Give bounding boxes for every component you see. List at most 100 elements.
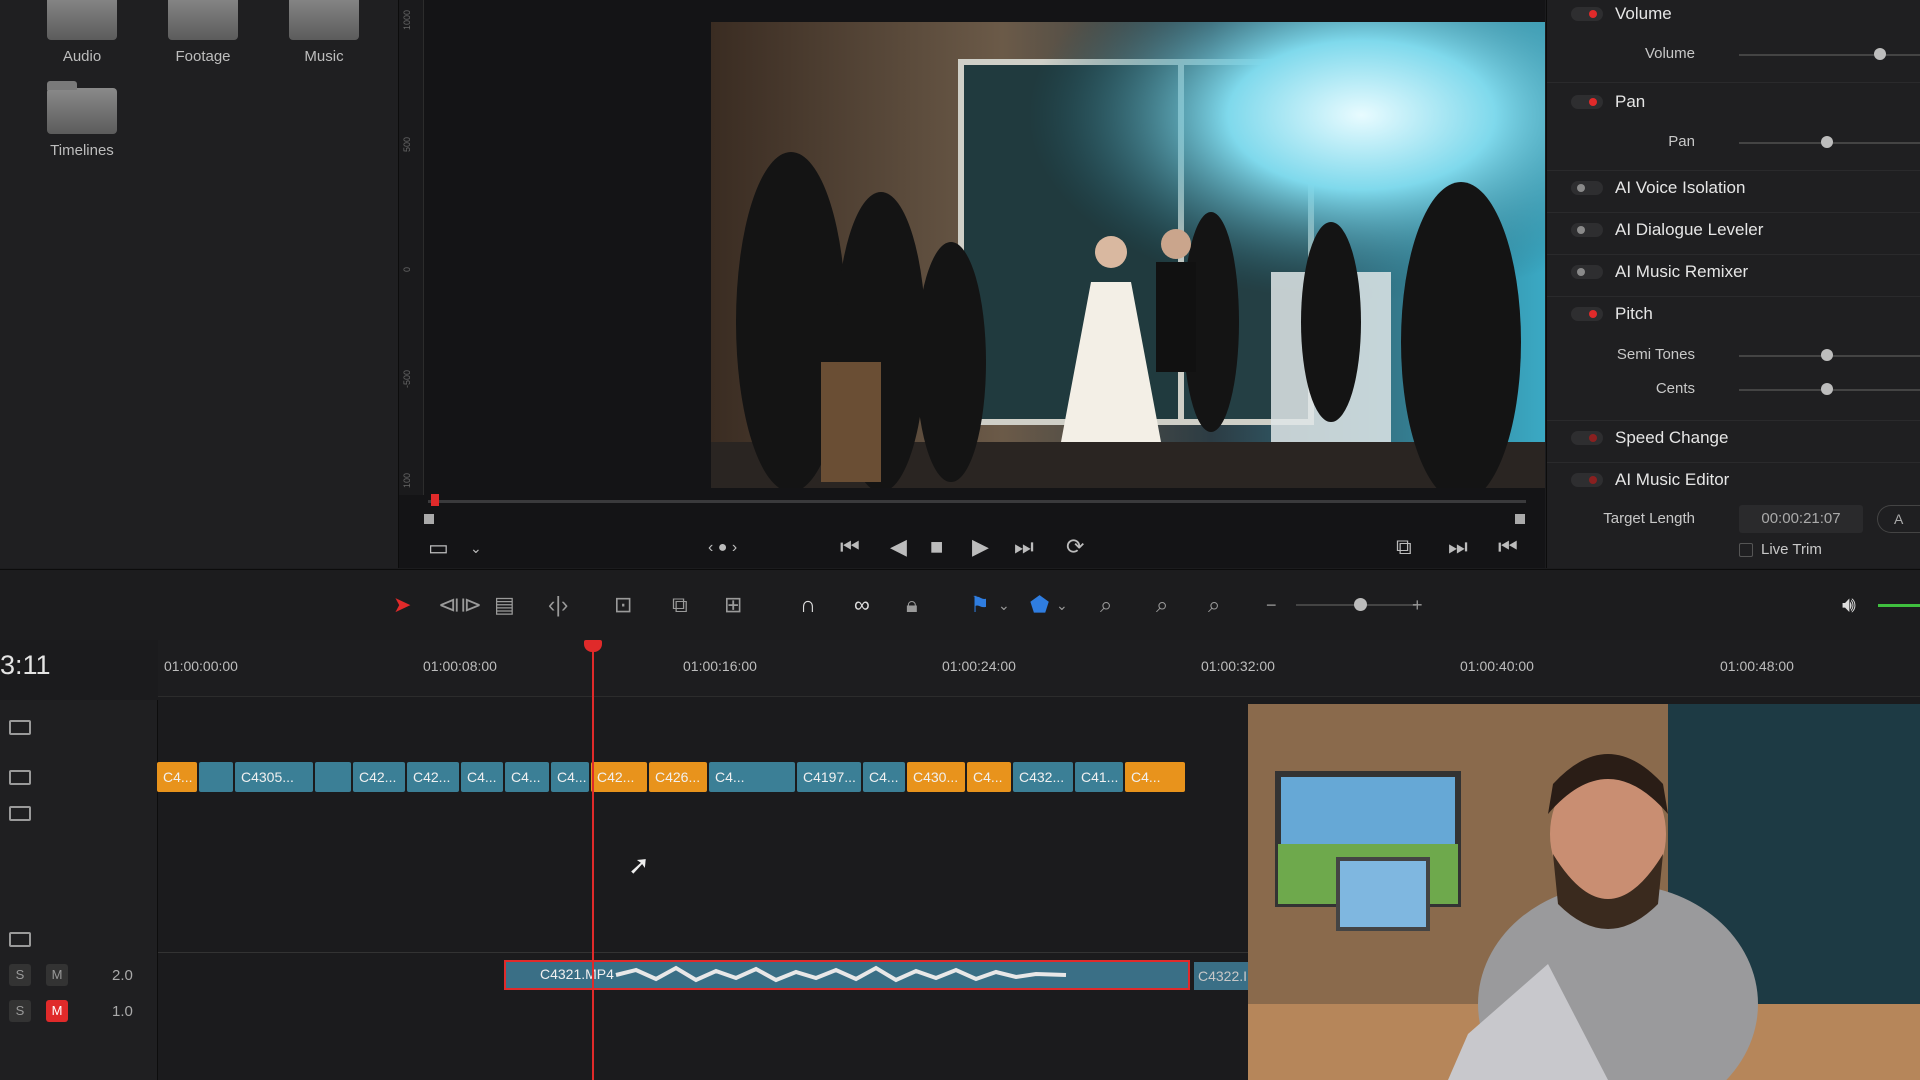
lock-icon[interactable]: 🔒︎ bbox=[906, 592, 918, 618]
viewer-size-icon[interactable]: ▭ bbox=[428, 537, 449, 559]
zoom-full-icon[interactable]: ⌕ bbox=[1100, 592, 1112, 618]
ruler-tick: -500 bbox=[402, 369, 412, 388]
next-edit-icon[interactable]: ⏭ bbox=[1448, 536, 1468, 558]
in-point-handle[interactable] bbox=[424, 514, 434, 524]
cents-slider-knob[interactable] bbox=[1821, 383, 1833, 395]
match-frame-icon[interactable]: ⧉ bbox=[1396, 536, 1412, 558]
previous-edit-icon[interactable]: ⏮ bbox=[1498, 536, 1518, 558]
pan-label: Pan bbox=[1668, 133, 1695, 150]
video-clip[interactable] bbox=[199, 762, 233, 792]
viewer-vertical-ruler: 1000 500 0 -500 100 bbox=[399, 0, 424, 495]
video-clip[interactable]: C4... bbox=[709, 762, 795, 792]
video-clip[interactable]: C4... bbox=[863, 762, 905, 792]
folder-label: Timelines bbox=[50, 142, 114, 159]
video-clip[interactable]: C4305... bbox=[235, 762, 313, 792]
inspector-panel: Volume Volume Pan Pan AI Voice Isolation… bbox=[1546, 0, 1920, 568]
music-remixer-toggle[interactable] bbox=[1571, 265, 1603, 279]
folder-icon bbox=[289, 0, 359, 40]
folder-music[interactable]: Music bbox=[264, 0, 384, 65]
zoom-slider-knob[interactable] bbox=[1354, 598, 1367, 611]
video-clip[interactable]: C42... bbox=[591, 762, 647, 792]
overwrite-icon[interactable]: ⧉ bbox=[672, 592, 688, 618]
snap-icon[interactable]: ∩ bbox=[800, 592, 816, 618]
volume-toggle[interactable] bbox=[1571, 7, 1603, 21]
dynamic-trim-icon[interactable]: ▤ bbox=[494, 592, 515, 618]
audio-mute-button[interactable]: M bbox=[46, 964, 68, 986]
volume-slider[interactable] bbox=[1739, 54, 1920, 56]
ruler-timecode: 01:00:00:00 bbox=[164, 658, 238, 674]
video-clip[interactable]: C4197... bbox=[797, 762, 861, 792]
pitch-title: Pitch bbox=[1615, 304, 1653, 323]
music-editor-action-button[interactable]: A bbox=[1877, 505, 1920, 533]
loop-icon[interactable]: ⟳ bbox=[1066, 536, 1084, 558]
timeline-ruler[interactable]: 01:00:00:00 01:00:08:00 01:00:16:00 01:0… bbox=[158, 640, 1920, 697]
video-clip[interactable]: C42... bbox=[407, 762, 459, 792]
marker-icon[interactable]: ⬟ bbox=[1030, 592, 1049, 618]
timeline-toolbar: ➤ ⧏⧐ ▤ ‹|› ⊡ ⧉ ⊞ ∩ ∞ 🔒︎ ⚑ ⌄ ⬟ ⌄ ⌕ ⌕ ⌕ − … bbox=[0, 569, 1920, 641]
timeline-playhead[interactable] bbox=[592, 640, 594, 1080]
video-clip[interactable]: C430... bbox=[907, 762, 965, 792]
voice-isolation-title: AI Voice Isolation bbox=[1615, 178, 1746, 197]
link-icon[interactable]: ∞ bbox=[854, 592, 870, 618]
timeline-timecode: 3:11 bbox=[0, 650, 51, 680]
replace-icon[interactable]: ⊞ bbox=[724, 592, 742, 618]
video-clip[interactable]: C4... bbox=[505, 762, 549, 792]
pan-toggle[interactable] bbox=[1571, 95, 1603, 109]
flag-icon[interactable]: ⚑ bbox=[970, 592, 990, 618]
audio-solo-button[interactable]: S bbox=[9, 964, 31, 986]
folder-icon bbox=[168, 0, 238, 40]
master-volume-meter bbox=[1878, 604, 1920, 607]
volume-icon[interactable]: 🔊︎ bbox=[1842, 592, 1856, 618]
play-icon[interactable]: ▶ bbox=[972, 536, 989, 558]
trim-icon[interactable]: ⧏⧐ bbox=[438, 592, 482, 618]
video-clip[interactable]: C4... bbox=[1125, 762, 1185, 792]
jog-icon[interactable]: ‹ ● › bbox=[708, 537, 737, 559]
out-point-handle[interactable] bbox=[1515, 514, 1525, 524]
video-clip[interactable]: C426... bbox=[649, 762, 707, 792]
target-length-label: Target Length bbox=[1603, 510, 1695, 527]
video-clip[interactable]: C42... bbox=[353, 762, 405, 792]
zoom-detail-icon[interactable]: ⌕ bbox=[1156, 592, 1168, 618]
video-clip[interactable]: C41... bbox=[1075, 762, 1123, 792]
video-clip[interactable]: C4... bbox=[461, 762, 503, 792]
insert-icon[interactable]: ⊡ bbox=[614, 592, 632, 618]
video-clip[interactable]: C4... bbox=[157, 762, 197, 792]
volume-slider-knob[interactable] bbox=[1873, 48, 1886, 60]
live-trim-checkbox[interactable] bbox=[1739, 543, 1753, 557]
audio-clip-selected[interactable]: C4321.MP4 bbox=[504, 960, 1190, 990]
video-clip[interactable]: C4... bbox=[967, 762, 1011, 792]
audio-mute-button-active[interactable]: M bbox=[46, 1000, 68, 1022]
blade-icon[interactable]: ‹|› bbox=[548, 592, 568, 618]
select-arrow-icon[interactable]: ➤ bbox=[393, 592, 411, 618]
chevron-down-icon[interactable]: ⌄ bbox=[1056, 592, 1068, 618]
zoom-custom-icon[interactable]: ⌕ bbox=[1208, 592, 1220, 618]
voice-isolation-toggle[interactable] bbox=[1571, 181, 1603, 195]
speed-change-toggle[interactable] bbox=[1571, 431, 1603, 445]
folder-audio[interactable]: Audio bbox=[22, 0, 142, 65]
dialogue-leveler-toggle[interactable] bbox=[1571, 223, 1603, 237]
music-editor-toggle[interactable] bbox=[1571, 473, 1603, 487]
audio-clip[interactable]: C4322.I bbox=[1194, 962, 1248, 990]
video-clip[interactable]: C432... bbox=[1013, 762, 1073, 792]
pitch-toggle[interactable] bbox=[1571, 307, 1603, 321]
zoom-in-icon[interactable]: + bbox=[1412, 592, 1423, 618]
scrub-playhead[interactable] bbox=[431, 494, 439, 506]
go-to-end-icon[interactable]: ⏭ bbox=[1014, 536, 1034, 558]
chevron-down-icon[interactable]: ⌄ bbox=[470, 537, 482, 559]
go-to-start-icon[interactable]: ⏮ bbox=[840, 536, 860, 558]
pan-title: Pan bbox=[1615, 92, 1646, 111]
play-reverse-icon[interactable]: ◀ bbox=[890, 536, 907, 558]
viewer-scrub-bar[interactable] bbox=[428, 500, 1526, 503]
folder-footage[interactable]: Footage bbox=[143, 0, 263, 65]
pan-slider-knob[interactable] bbox=[1821, 136, 1833, 148]
video-clip[interactable] bbox=[315, 762, 351, 792]
zoom-out-icon[interactable]: − bbox=[1266, 592, 1277, 618]
video-clip[interactable]: C4... bbox=[551, 762, 589, 792]
target-length-field[interactable]: 00:00:21:07 bbox=[1739, 505, 1863, 533]
audio-solo-button[interactable]: S bbox=[9, 1000, 31, 1022]
folder-timelines[interactable]: Timelines bbox=[22, 81, 142, 159]
chevron-down-icon[interactable]: ⌄ bbox=[998, 592, 1010, 618]
semi-tones-slider-knob[interactable] bbox=[1821, 349, 1833, 361]
stop-icon[interactable]: ■ bbox=[930, 536, 943, 558]
video-preview[interactable] bbox=[711, 22, 1545, 488]
